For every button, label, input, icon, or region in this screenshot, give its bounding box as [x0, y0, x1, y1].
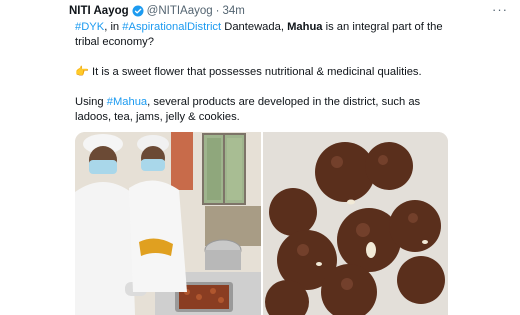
hashtag-aspirational-district[interactable]: #AspirationalDistrict — [122, 21, 221, 33]
text-using: Using — [75, 96, 107, 108]
timestamp[interactable]: 34m — [223, 5, 245, 17]
tweet-line-2: tribal economy? — [75, 36, 154, 48]
tweet-header: NITI Aayog @NITIAayog · 34m — [69, 3, 520, 19]
more-options-icon[interactable]: ··· — [492, 2, 508, 17]
tweet-media — [75, 132, 448, 315]
separator-dot: · — [215, 5, 220, 17]
verified-badge-icon — [132, 5, 144, 17]
photo-mahua-ladoos[interactable] — [263, 132, 448, 315]
text-line4-rest: , several products are developed in the … — [147, 96, 421, 108]
author-name[interactable]: NITI Aayog — [69, 5, 129, 17]
text-in: , in — [104, 21, 123, 33]
mahua-ladoos-illustration — [263, 132, 448, 315]
tweet-line-5: ladoos, tea, jams, jelly & cookies. — [75, 111, 240, 123]
women-preparing-illustration — [75, 132, 261, 315]
tweet-text: #DYK, in #AspirationalDistrict Dantewada… — [75, 20, 475, 125]
text-line1-rest: is an integral part of the — [322, 21, 443, 33]
tweet-line-4: Using #Mahua, several products are devel… — [75, 95, 475, 110]
author-handle[interactable]: @NITIAayog — [147, 5, 213, 17]
text-line3: It is a sweet flower that possesses nutr… — [88, 66, 422, 78]
hashtag-dyk[interactable]: #DYK — [75, 21, 104, 33]
text-mahua-bold: Mahua — [287, 21, 323, 33]
text-place: Dantewada, — [221, 21, 288, 33]
pointing-hand-icon: 👉 — [75, 66, 89, 78]
hashtag-mahua[interactable]: #Mahua — [107, 96, 147, 108]
tweet-line-3: 👉 It is a sweet flower that possesses nu… — [75, 65, 475, 80]
photo-women-preparing-ladoos[interactable] — [75, 132, 261, 315]
tweet-line-1: #DYK, in #AspirationalDistrict Dantewada… — [75, 20, 475, 35]
